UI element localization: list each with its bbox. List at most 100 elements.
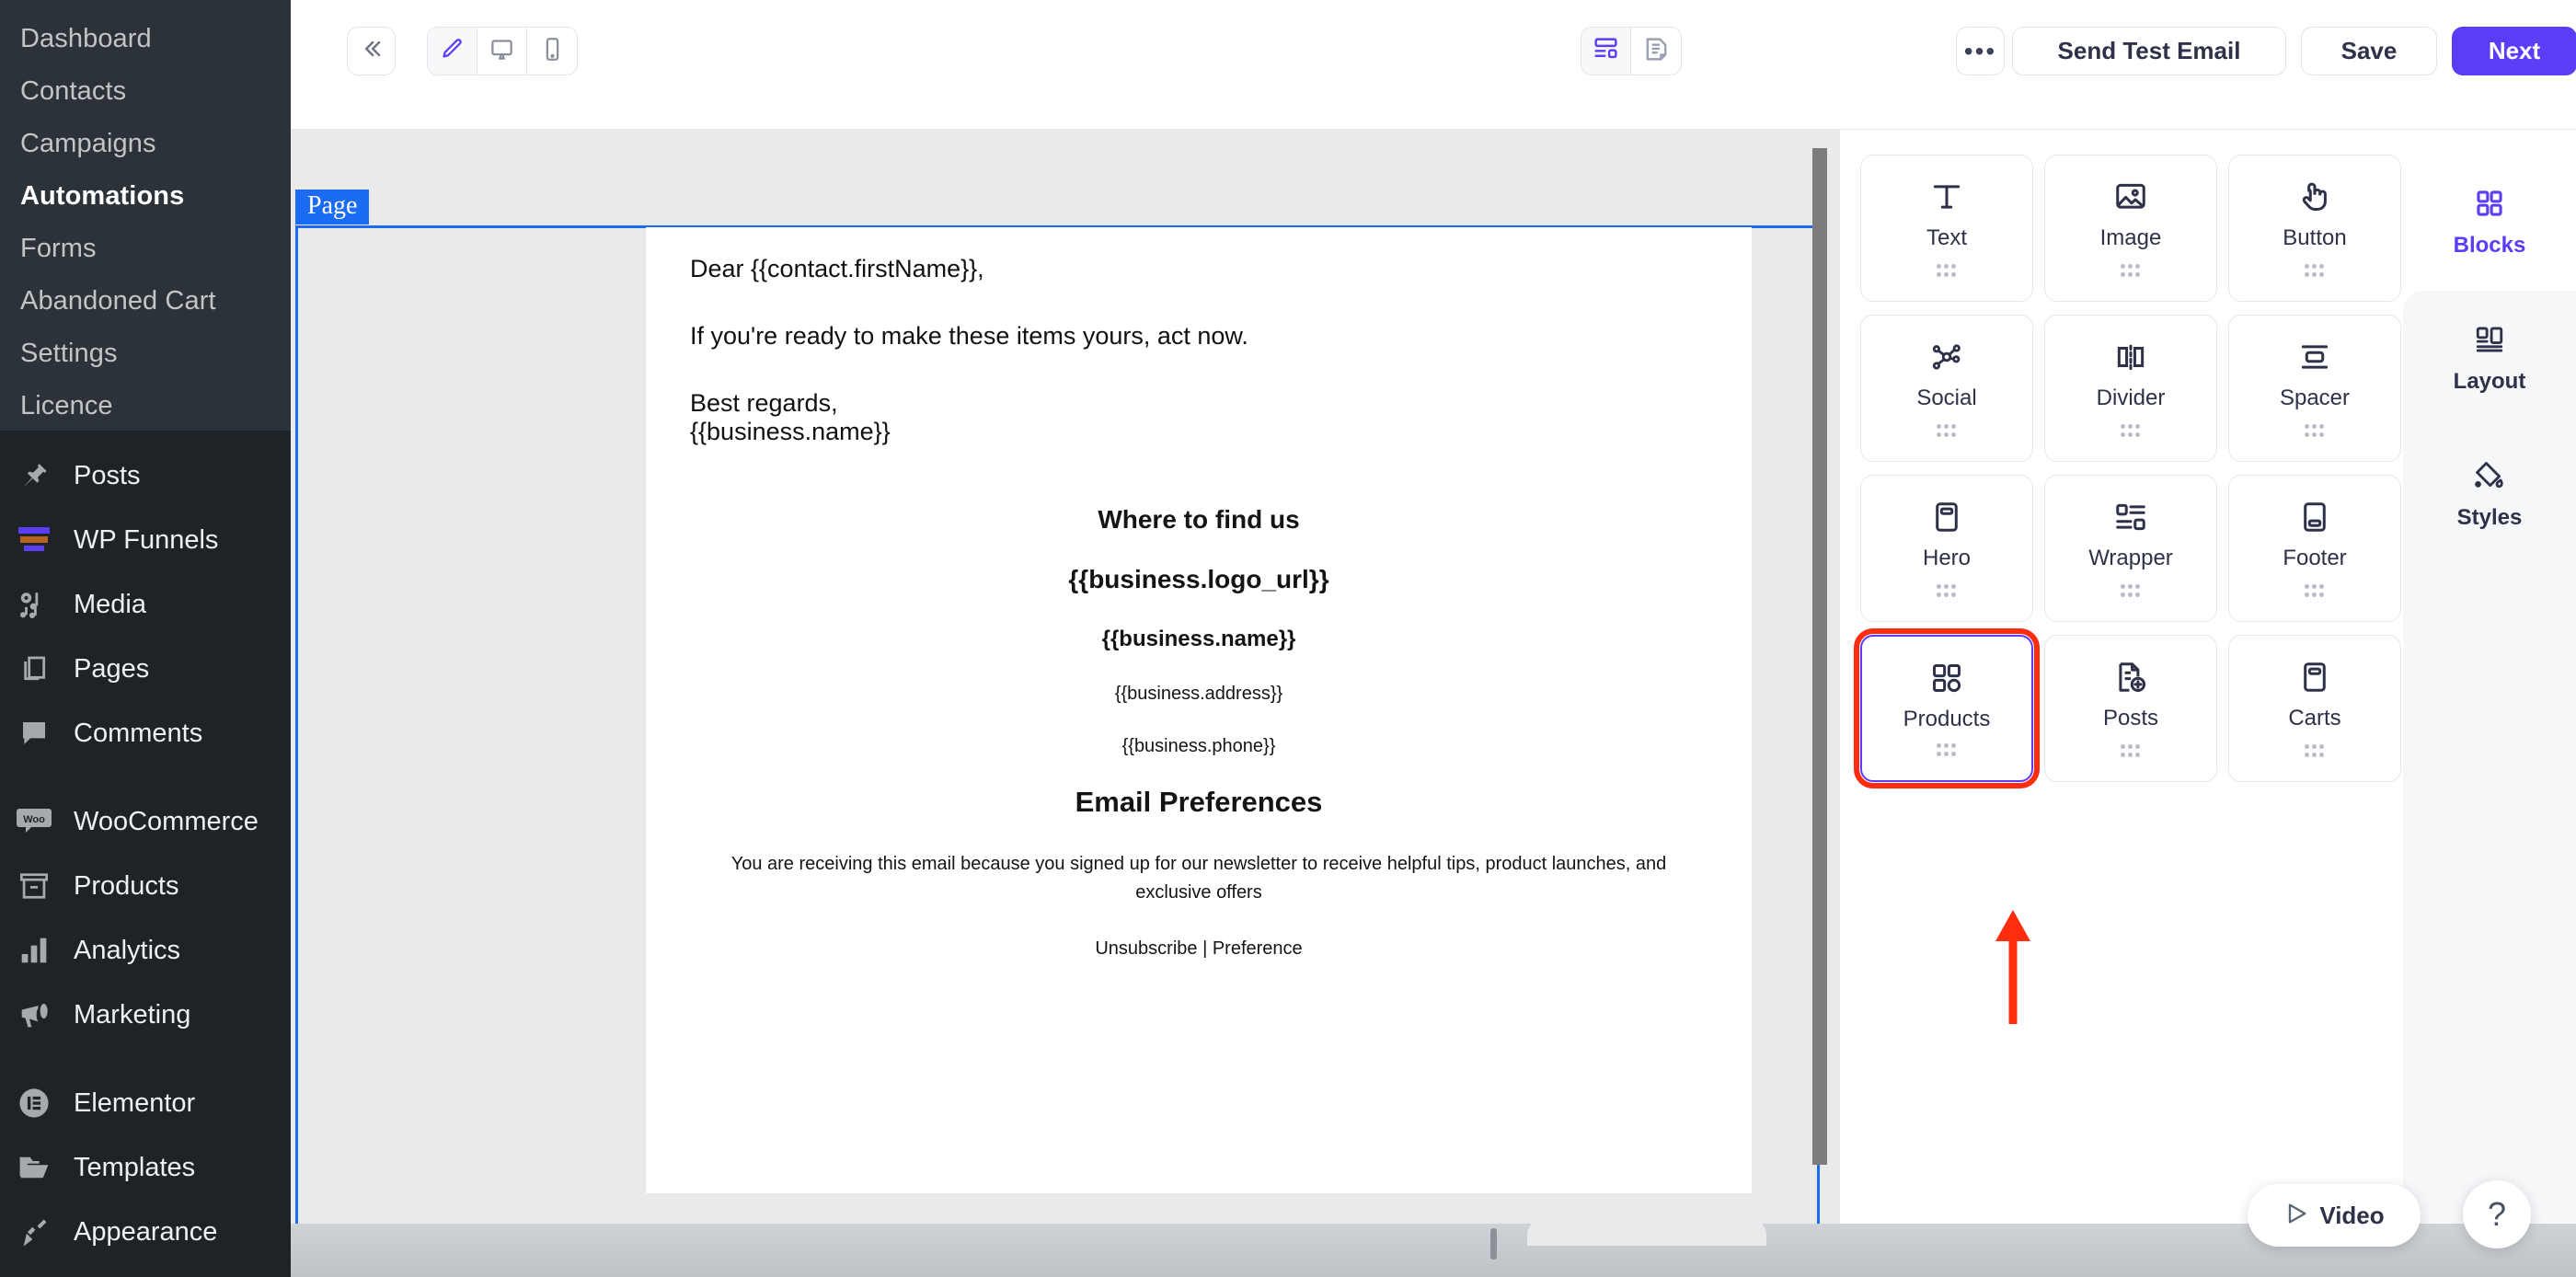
block-card-image[interactable]: Image bbox=[2044, 155, 2217, 302]
sidebar-item-label: Licence bbox=[20, 391, 113, 420]
canvas-vertical-scrollbar[interactable] bbox=[1812, 148, 1827, 1165]
sidebar-item-marketing[interactable]: Marketing bbox=[0, 983, 291, 1047]
rail-item-blocks[interactable]: Blocks bbox=[2403, 155, 2576, 291]
blocks-panel: Text Image Button Social Divider Spacer … bbox=[1840, 130, 2403, 1277]
drag-grip-icon[interactable] bbox=[2305, 584, 2325, 597]
os-window-pill bbox=[1527, 1220, 1766, 1246]
templates-icon bbox=[15, 1148, 53, 1187]
help-button[interactable]: ? bbox=[2463, 1180, 2531, 1248]
social-icon bbox=[1929, 336, 1964, 378]
drag-grip-icon[interactable] bbox=[2121, 424, 2141, 437]
block-card-text[interactable]: Text bbox=[1860, 155, 2033, 302]
block-label: Text bbox=[1926, 225, 1967, 250]
menu-separator bbox=[0, 765, 291, 789]
sidebar-item-label: Forms bbox=[20, 234, 97, 263]
wordpress-admin-sidebar: Dashboard Contacts Campaigns Automations… bbox=[0, 0, 291, 1277]
drag-grip-icon[interactable] bbox=[2121, 584, 2141, 597]
block-card-footer[interactable]: Footer bbox=[2228, 475, 2401, 622]
sidebar-item-label: Automations bbox=[20, 181, 185, 211]
sidebar-item-settings[interactable]: Settings bbox=[0, 328, 291, 380]
email-content-area[interactable]: Dear {{contact.firstName}}, If you're re… bbox=[646, 227, 1752, 1193]
drag-grip-icon[interactable] bbox=[2305, 424, 2325, 437]
email-preferences-heading: Email Preferences bbox=[1075, 786, 1323, 818]
email-footer-block[interactable]: Where to find us {{business.logo_url}} {… bbox=[690, 505, 1708, 960]
email-signoff-name[interactable]: {{business.name}} bbox=[690, 420, 1708, 444]
footer-icon bbox=[2297, 496, 2332, 538]
sidebar-item-dashboard[interactable]: Dashboard bbox=[0, 13, 291, 65]
sidebar-item-contacts[interactable]: Contacts bbox=[0, 65, 291, 118]
sidebar-item-licence[interactable]: Licence bbox=[0, 380, 291, 432]
editor-toolbar: ••• Send Test Email Save Next bbox=[291, 0, 2576, 130]
footer-logo-token: {{business.logo_url}} bbox=[1068, 565, 1329, 593]
email-signoff[interactable]: Best regards, bbox=[690, 391, 1708, 416]
block-card-carts[interactable]: Carts bbox=[2228, 635, 2401, 782]
sidebar-item-appearance[interactable]: Appearance bbox=[0, 1200, 291, 1264]
block-label: Social bbox=[1916, 385, 1977, 410]
styles-icon bbox=[2474, 460, 2505, 496]
sidebar-item-pages[interactable]: Pages bbox=[0, 637, 291, 701]
sidebar-item-media[interactable]: Media bbox=[0, 572, 291, 637]
block-card-divider[interactable]: Divider bbox=[2044, 315, 2217, 462]
video-help-button[interactable]: Video bbox=[2248, 1184, 2421, 1247]
block-card-social[interactable]: Social bbox=[1860, 315, 2033, 462]
block-card-spacer[interactable]: Spacer bbox=[2228, 315, 2401, 462]
block-card-products[interactable]: Products bbox=[1854, 628, 2040, 788]
unsubscribe-links[interactable]: Unsubscribe | Preference bbox=[690, 938, 1708, 960]
drag-grip-icon[interactable] bbox=[2305, 264, 2325, 277]
products-grid-icon bbox=[1929, 657, 1964, 699]
block-label: Spacer bbox=[2279, 385, 2351, 410]
rail-item-layout[interactable]: Layout bbox=[2403, 291, 2576, 427]
block-card-hero[interactable]: Hero bbox=[1860, 475, 2033, 622]
collapse-panel-button[interactable] bbox=[347, 27, 396, 75]
send-test-email-button[interactable]: Send Test Email bbox=[2012, 27, 2286, 75]
drag-grip-icon[interactable] bbox=[2121, 264, 2141, 277]
save-button[interactable]: Save bbox=[2301, 27, 2437, 75]
sidebar-item-campaigns[interactable]: Campaigns bbox=[0, 118, 291, 170]
block-card-posts[interactable]: Posts bbox=[2044, 635, 2217, 782]
email-greeting[interactable]: Dear {{contact.firstName}}, bbox=[690, 257, 1708, 282]
pencil-icon bbox=[440, 37, 465, 66]
text-icon bbox=[1929, 176, 1964, 218]
block-card-button[interactable]: Button bbox=[2228, 155, 2401, 302]
sidebar-item-posts[interactable]: Posts bbox=[0, 443, 291, 508]
drag-grip-icon[interactable] bbox=[2121, 744, 2141, 757]
sidebar-item-forms[interactable]: Forms bbox=[0, 223, 291, 275]
edit-mode-button[interactable] bbox=[428, 28, 477, 75]
block-card-wrapper[interactable]: Wrapper bbox=[2044, 475, 2217, 622]
analytics-icon bbox=[15, 931, 53, 970]
sidebar-item-label: Marketing bbox=[74, 999, 191, 1030]
sidebar-item-label: Elementor bbox=[74, 1087, 196, 1118]
sidebar-item-analytics[interactable]: Analytics bbox=[0, 918, 291, 983]
drag-grip-icon[interactable] bbox=[1937, 264, 1957, 277]
rail-item-label: Styles bbox=[2456, 504, 2523, 530]
drag-grip-icon[interactable] bbox=[1937, 584, 1957, 597]
view-mode-group bbox=[1581, 27, 1682, 75]
code-view-button[interactable] bbox=[1631, 28, 1681, 75]
desktop-preview-button[interactable] bbox=[477, 28, 527, 75]
sidebar-item-products[interactable]: Products bbox=[0, 854, 291, 918]
layout-icon bbox=[2474, 324, 2505, 360]
device-preview-group bbox=[427, 27, 578, 75]
sidebar-item-templates[interactable]: Templates bbox=[0, 1135, 291, 1200]
annotation-arrow-icon bbox=[1987, 906, 2039, 1029]
more-options-button[interactable]: ••• bbox=[1956, 27, 2005, 75]
sidebar-item-label: Dashboard bbox=[20, 24, 152, 53]
rail-item-styles[interactable]: Styles bbox=[2403, 427, 2576, 563]
sidebar-item-wp-funnels[interactable]: WP Funnels bbox=[0, 508, 291, 572]
sidebar-item-label: Posts bbox=[74, 460, 141, 490]
woo-icon: Woo bbox=[15, 802, 53, 841]
next-button[interactable]: Next bbox=[2452, 27, 2576, 75]
sidebar-item-label: Comments bbox=[74, 718, 203, 748]
sidebar-item-elementor[interactable]: Elementor bbox=[0, 1071, 291, 1135]
drag-grip-icon[interactable] bbox=[1937, 424, 1957, 437]
drag-grip-icon[interactable] bbox=[1937, 743, 1957, 756]
sidebar-item-comments[interactable]: Comments bbox=[0, 701, 291, 765]
drag-grip-icon[interactable] bbox=[2305, 744, 2325, 757]
mobile-preview-button[interactable] bbox=[527, 28, 577, 75]
email-canvas[interactable]: Page Dear {{contact.firstName}}, If you'… bbox=[291, 130, 1840, 1277]
sidebar-item-automations[interactable]: Automations bbox=[0, 170, 291, 223]
sidebar-item-woocommerce[interactable]: Woo WooCommerce bbox=[0, 789, 291, 854]
email-body-line[interactable]: If you're ready to make these items your… bbox=[690, 324, 1708, 349]
visual-builder-button[interactable] bbox=[1581, 28, 1631, 75]
sidebar-item-abandoned-cart[interactable]: Abandoned Cart bbox=[0, 275, 291, 328]
